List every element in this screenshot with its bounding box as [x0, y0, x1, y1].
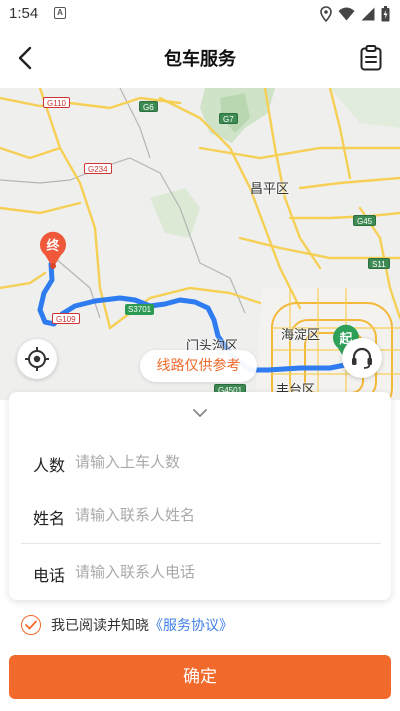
signal-icon	[361, 7, 375, 21]
road-badge-g109: G109	[52, 313, 80, 324]
crosshair-icon	[25, 347, 49, 371]
phone-input[interactable]	[75, 558, 365, 586]
battery-icon	[381, 6, 390, 22]
locate-button[interactable]	[17, 339, 57, 379]
name-input[interactable]	[75, 501, 365, 529]
booking-form-card: 人数 姓名 电话	[9, 392, 391, 600]
name-row: 姓名	[9, 495, 391, 535]
phone-label: 电话	[33, 566, 66, 585]
notification-icon: A	[54, 7, 66, 19]
district-label-changping: 昌平区	[250, 182, 290, 197]
collapse-button[interactable]	[189, 402, 211, 424]
end-marker-label: 终	[46, 239, 60, 254]
chevron-down-icon	[193, 409, 207, 417]
agree-checkbox[interactable]	[21, 615, 41, 635]
end-marker[interactable]: 终	[38, 231, 68, 269]
confirm-button[interactable]: 确定	[9, 655, 391, 699]
route-hint: 线路仅供参考	[140, 350, 257, 382]
headset-icon	[352, 347, 372, 369]
road-badge-g45: G45	[353, 215, 377, 226]
road-badge-g6: G6	[139, 101, 158, 112]
road-badge-g7: G7	[219, 113, 238, 124]
phone-row: 电话	[9, 552, 391, 592]
agreement-row: 我已阅读并知晓 《服务协议》	[21, 614, 233, 636]
page-title: 包车服务	[164, 49, 236, 70]
district-label-haidian: 海淀区	[281, 328, 321, 343]
road-badge-s11: S11	[368, 258, 390, 269]
location-icon	[320, 6, 332, 22]
status-bar: 1:54 A	[0, 0, 400, 28]
people-row: 人数	[9, 442, 391, 482]
road-badge-s3701: S3701	[125, 304, 155, 315]
agreement-text: 我已阅读并知晓	[51, 618, 149, 634]
road-badge-g234: G234	[84, 163, 112, 174]
header: 包车服务	[0, 28, 400, 88]
customer-service-button[interactable]	[342, 338, 382, 378]
service-agreement-link[interactable]: 《服务协议》	[149, 615, 233, 635]
status-time: 1:54	[9, 5, 39, 22]
name-label: 姓名	[33, 509, 66, 528]
people-input[interactable]	[75, 448, 365, 476]
orders-button[interactable]	[358, 44, 384, 72]
form-divider	[21, 543, 381, 544]
road-badge-g110: G110	[43, 97, 70, 108]
status-icons	[320, 5, 390, 23]
wifi-icon	[338, 7, 355, 21]
clipboard-icon	[360, 45, 382, 71]
check-icon	[25, 620, 37, 630]
people-label: 人数	[33, 456, 66, 475]
